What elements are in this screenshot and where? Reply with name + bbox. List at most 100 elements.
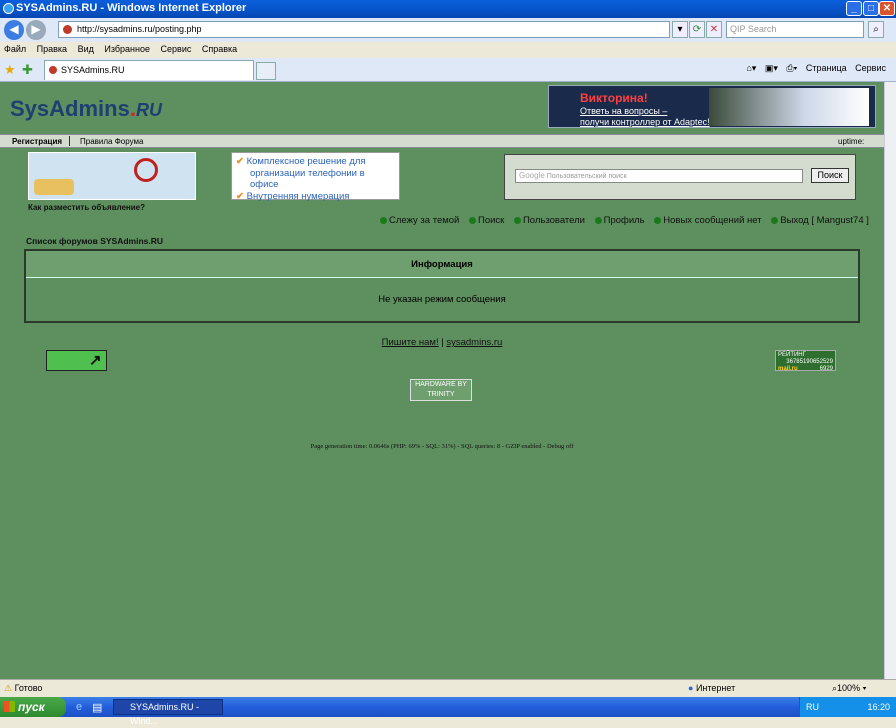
- back-button[interactable]: ◀: [4, 20, 24, 40]
- bullet-icon: [771, 216, 779, 224]
- close-button[interactable]: ✕: [879, 1, 895, 16]
- site-search-input[interactable]: Google Пользовательский поиск: [515, 169, 803, 183]
- refresh-icon[interactable]: ⟳: [689, 21, 705, 38]
- nav-divider: [69, 136, 70, 146]
- address-dropdown-button[interactable]: ▾: [672, 21, 688, 38]
- link-label: Поиск: [478, 215, 505, 226]
- qip-search-input[interactable]: QIP Search: [726, 21, 864, 38]
- home-icon[interactable]: ⌂▾: [746, 63, 756, 73]
- footer-links: Пишите нам! | sysadmins.ru: [0, 337, 884, 348]
- counter-brand: mail.ru: [778, 366, 798, 372]
- search-icon[interactable]: ⌕: [868, 21, 884, 38]
- ad2-line1: Комплексное решение для: [246, 156, 366, 167]
- quicklaunch-desktop-icon[interactable]: ▤: [92, 701, 102, 714]
- bullet-icon: [594, 216, 602, 224]
- watch-topic-link[interactable]: Слежу за темой: [380, 215, 459, 226]
- users-link[interactable]: Пользователи: [513, 215, 585, 226]
- quiz-banner[interactable]: Викторина! Ответь на вопросы – получи ко…: [548, 85, 876, 128]
- site-logo[interactable]: SysAdmins.RU: [10, 96, 162, 122]
- banner-image: [709, 88, 869, 126]
- taskbar: пуск e ▤ SYSAdmins.RU - Wind... RU 16:20: [0, 697, 896, 726]
- vertical-scrollbar[interactable]: [884, 82, 896, 679]
- language-indicator[interactable]: RU: [806, 697, 819, 717]
- banner-title: Викторина!: [580, 91, 648, 105]
- search-link[interactable]: Поиск: [469, 215, 504, 226]
- new-messages-link[interactable]: Новых сообщений нет: [654, 215, 762, 226]
- trinity-line2: TRINITY: [427, 391, 455, 398]
- banner-line1: Ответь на вопросы –: [580, 106, 668, 116]
- bullet-icon: [469, 216, 476, 224]
- tab-label: SYSAdmins.RU: [61, 65, 125, 75]
- menu-help[interactable]: Справка: [198, 42, 241, 56]
- counter-label: РЕЙТИНГ: [778, 352, 806, 358]
- title-bar: SYSAdmins.RU - Windows Internet Explorer…: [0, 0, 896, 18]
- counter-n3: 6929: [819, 366, 833, 372]
- counter-n1: 190652529: [802, 359, 833, 365]
- site-link[interactable]: sysadmins.ru: [446, 337, 502, 348]
- ie-icon: [3, 3, 14, 14]
- arrow-button[interactable]: ↗: [46, 350, 107, 371]
- web-page: SysAdmins.RU Викторина! Ответь на вопрос…: [0, 82, 884, 679]
- menu-edit[interactable]: Правка: [33, 42, 71, 56]
- check-icon: ✔: [236, 190, 244, 202]
- zoom-control[interactable]: ⌕100% ▾: [832, 683, 866, 694]
- maximize-button[interactable]: □: [863, 1, 879, 16]
- taskbar-ie-task[interactable]: SYSAdmins.RU - Wind...: [113, 699, 223, 726]
- windows-flag-icon: [4, 701, 15, 712]
- ad-caption[interactable]: Как разместить объявление?: [28, 203, 145, 212]
- globe-icon: ●: [688, 683, 694, 693]
- status-label: Готово: [14, 683, 43, 693]
- logout-link[interactable]: Выход [ Mangust74 ]: [771, 215, 869, 226]
- no-phone-icon: [134, 158, 158, 182]
- new-tab-button[interactable]: [256, 62, 276, 80]
- ad2-line3: Внутренняя нумерация: [246, 190, 350, 202]
- register-link[interactable]: Регистрация: [12, 137, 62, 146]
- bullet-icon: [513, 216, 521, 224]
- uptime-label: uptime:: [838, 137, 865, 146]
- page-menu[interactable]: Страница: [806, 63, 847, 73]
- tab-favicon-icon: [49, 66, 57, 74]
- menu-file[interactable]: Файл: [0, 42, 30, 56]
- link-label: Слежу за темой: [389, 215, 460, 226]
- ad2-line2: организации телефонии в офисе: [250, 167, 365, 191]
- info-header: Информация: [26, 251, 858, 278]
- mailru-counter[interactable]: РЕЙТИНГ 190652529 36785 mail.ru 6929: [775, 350, 836, 372]
- telephony-ad[interactable]: ✔ Комплексное решение для организации те…: [231, 152, 400, 202]
- footer-separator: |: [441, 337, 444, 348]
- status-text: ⚠ Готово: [4, 683, 42, 694]
- google-brand: Google: [519, 171, 545, 180]
- tools-menu[interactable]: Сервис: [855, 63, 886, 73]
- rules-link[interactable]: Правила Форума: [80, 137, 143, 146]
- stop-icon[interactable]: ✕: [706, 21, 722, 38]
- search-button[interactable]: Поиск: [811, 168, 849, 183]
- trinity-badge[interactable]: HARDWARE BY TRINITY: [410, 379, 472, 401]
- link-label: Пользователи: [522, 215, 585, 226]
- ad-image[interactable]: [28, 152, 196, 200]
- write-us-link[interactable]: Пишите нам!: [382, 337, 439, 348]
- tab-sysadmins[interactable]: SYSAdmins.RU: [44, 60, 254, 80]
- zoom-label: 100%: [837, 683, 861, 693]
- check-icon: ✔: [236, 156, 244, 167]
- menu-favorites[interactable]: Избранное: [100, 42, 154, 56]
- forum-list-link[interactable]: Список форумов SYSAdmins.RU: [26, 236, 163, 246]
- user-links: Слежу за темой Поиск Пользователи Профил…: [380, 215, 870, 226]
- forward-button[interactable]: ▶: [26, 20, 46, 40]
- address-row: ◀ ▶ http://sysadmins.ru/posting.php ▾ ⟳ …: [0, 18, 896, 42]
- info-message: Не указан режим сообщения: [378, 294, 506, 305]
- minimize-button[interactable]: _: [846, 1, 862, 16]
- menu-bar: Файл Правка Вид Избранное Сервис Справка: [0, 42, 896, 58]
- favorites-star-icon[interactable]: ★: [4, 62, 16, 78]
- menu-tools[interactable]: Сервис: [157, 42, 196, 56]
- warning-icon: ⚠: [4, 683, 13, 693]
- trinity-line1: HARDWARE BY: [415, 381, 467, 388]
- start-button[interactable]: пуск: [0, 697, 66, 717]
- feeds-icon[interactable]: ▣▾: [765, 63, 778, 73]
- status-bar: ⚠ Готово ● Интернет ⌕100% ▾: [0, 679, 896, 697]
- quicklaunch-ie-icon[interactable]: e: [76, 701, 82, 713]
- address-input[interactable]: http://sysadmins.ru/posting.php: [58, 21, 670, 38]
- add-favorite-icon[interactable]: ✚: [22, 62, 33, 78]
- print-icon[interactable]: ⎙▾: [786, 63, 797, 73]
- menu-view[interactable]: Вид: [74, 42, 98, 56]
- profile-link[interactable]: Профиль: [594, 215, 645, 226]
- clock: 16:20: [867, 702, 890, 712]
